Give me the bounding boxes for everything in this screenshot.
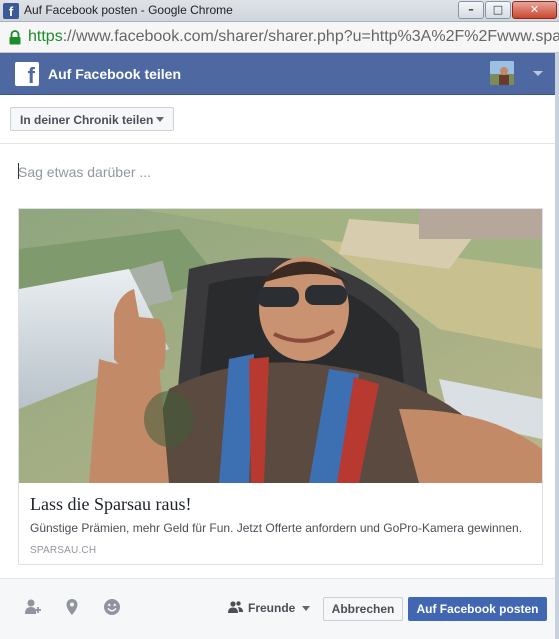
friends-icon (228, 601, 243, 613)
dialog-title: Auf Facebook teilen (48, 66, 182, 82)
minimize-button[interactable]: – (458, 1, 484, 19)
window-title: Auf Facebook posten - Google Chrome (24, 3, 233, 17)
url-scheme: https (28, 28, 63, 45)
dialog-footer: Freunde Abbrechen Auf Facebook posten (0, 578, 559, 639)
share-target-label: In deiner Chronik teilen (20, 113, 154, 127)
maximize-button[interactable]: □ (485, 1, 511, 19)
glider-selfie-photo (19, 209, 542, 483)
audience-label: Freunde (248, 601, 296, 615)
feeling-smiley-icon[interactable] (103, 598, 121, 616)
window-title-bar: f Auf Facebook posten - Google Chrome – … (0, 0, 559, 22)
avatar-photo-icon (490, 61, 514, 85)
tag-friends-icon[interactable] (24, 598, 42, 616)
address-bar[interactable]: https://www.facebook.com/sharer/sharer.p… (0, 22, 559, 53)
post-to-facebook-button[interactable]: Auf Facebook posten (408, 597, 547, 621)
facebook-header: f Auf Facebook teilen (0, 53, 559, 95)
url-text[interactable]: https://www.facebook.com/sharer/sharer.p… (28, 28, 559, 46)
link-domain: SPARSAU.CH (30, 545, 97, 556)
window-edge (555, 53, 559, 639)
text-cursor (18, 163, 19, 179)
link-preview-image[interactable] (19, 209, 542, 483)
chevron-down-icon (156, 117, 164, 122)
post-message-input[interactable] (18, 161, 538, 183)
link-title[interactable]: Lass die Sparsau raus! (30, 494, 191, 515)
share-target-dropdown[interactable]: In deiner Chronik teilen (10, 107, 174, 131)
url-path: ://www.facebook.com/sharer/sharer.php?u=… (62, 28, 559, 45)
chevron-down-icon (302, 606, 310, 611)
location-pin-icon[interactable] (63, 598, 81, 616)
close-window-button[interactable]: ✕ (512, 1, 557, 19)
link-description: Günstige Prämien, mehr Geld für Fun. Jet… (30, 521, 523, 535)
divider (0, 143, 559, 144)
account-menu-caret-icon[interactable] (533, 71, 543, 76)
lock-icon (9, 30, 21, 45)
avatar[interactable] (490, 61, 514, 85)
cancel-button[interactable]: Abbrechen (323, 597, 403, 621)
link-preview-card[interactable]: Lass die Sparsau raus! Günstige Prämien,… (18, 208, 543, 565)
facebook-logo-icon: f (15, 62, 39, 86)
facebook-favicon-icon: f (3, 3, 19, 19)
